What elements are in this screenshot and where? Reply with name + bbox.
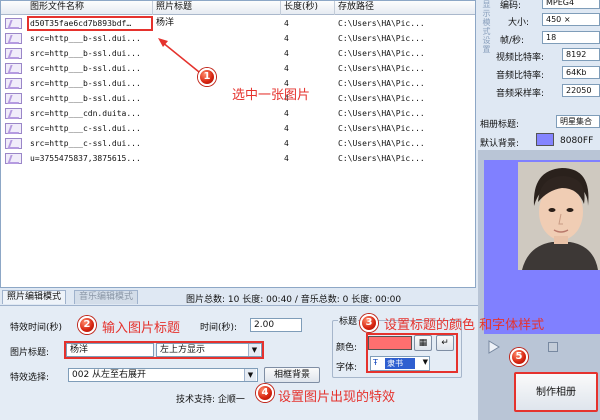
step-badge-4: 4 — [256, 384, 274, 402]
annotation-effect: 设置图片出现的特效 — [278, 390, 396, 405]
step-badge-1: 1 — [198, 68, 216, 86]
annotation-enter-title: 输入图片标题 — [102, 321, 181, 336]
step-badge-2: 2 — [78, 316, 96, 334]
step-badge-5: 5 — [510, 348, 528, 366]
annotation-select-photo: 选中一张图片 — [232, 88, 311, 103]
step-badge-3: 3 — [360, 314, 378, 332]
annotation-title-style: 设置标题的颜色 和字体样式 — [384, 318, 545, 333]
